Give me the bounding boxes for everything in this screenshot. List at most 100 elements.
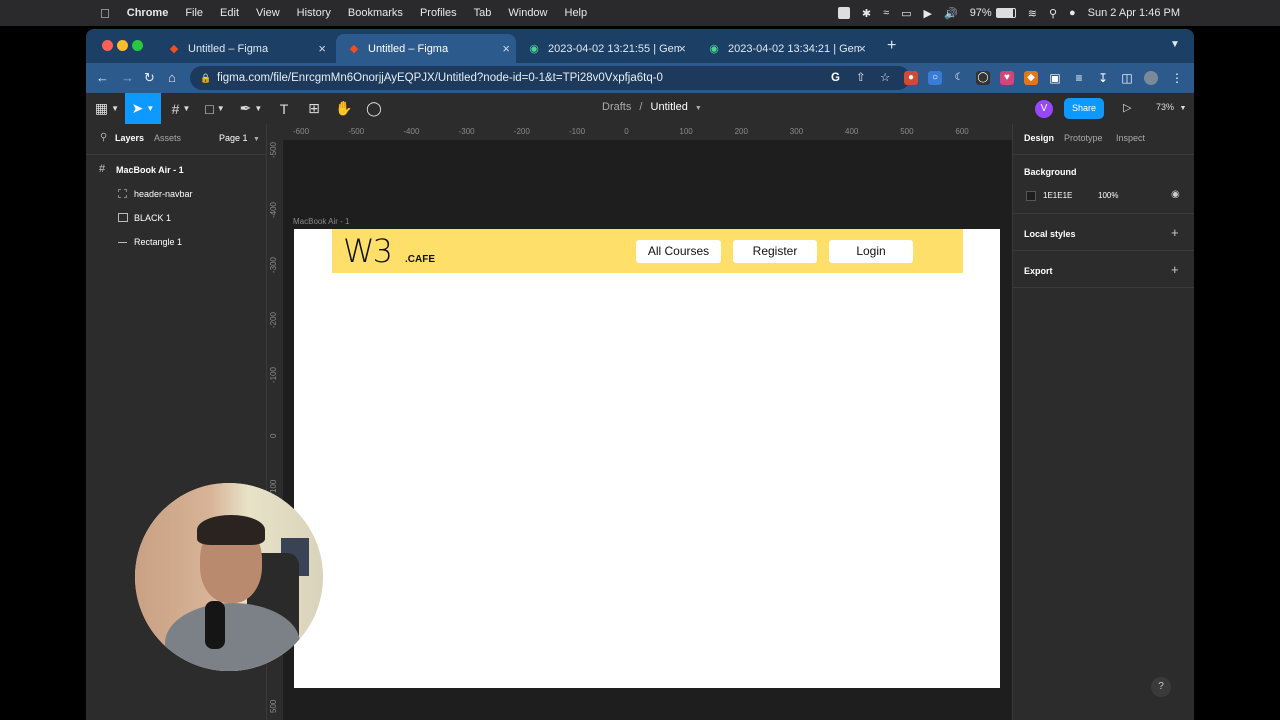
layer-row-black-1[interactable]: BLACK 1	[86, 207, 267, 229]
menu-app-name[interactable]: Chrome	[127, 7, 169, 19]
volume-icon[interactable]: 🔊	[944, 7, 958, 20]
tab-figma-1[interactable]: ◆ Untitled – Figma ×	[156, 34, 332, 63]
extensions-puzzle-icon[interactable]: ▣	[1048, 71, 1062, 85]
resources-tool-icon[interactable]: ⊞	[300, 93, 328, 124]
group-icon	[118, 189, 127, 198]
chevron-down-icon[interactable]: ▼	[695, 105, 702, 112]
move-tool-icon[interactable]: ➤ ▼	[125, 93, 161, 124]
zoom-window-button[interactable]	[132, 40, 143, 51]
hand-tool-icon[interactable]: ✋	[330, 93, 358, 124]
tab-figma-2[interactable]: ◆ Untitled – Figma ×	[336, 34, 516, 63]
add-style-icon[interactable]: +	[1171, 225, 1179, 240]
battery-icon[interactable]	[995, 8, 1016, 18]
present-play-icon[interactable]: ▷	[1123, 101, 1131, 114]
menu-profiles[interactable]: Profiles	[420, 7, 457, 19]
tab-search-chevron-icon[interactable]: ▼	[1170, 39, 1180, 50]
google-icon[interactable]: G	[831, 66, 840, 90]
layer-row-header-navbar[interactable]: header-navbar	[86, 183, 267, 205]
tab-close-icon[interactable]: ×	[858, 41, 866, 56]
search-icon[interactable]: ⚲	[100, 132, 107, 143]
bluetooth-icon[interactable]: ✱	[862, 7, 871, 20]
macbook-frame[interactable]: W3 .CAFE All Courses Register Login	[294, 229, 1000, 688]
help-button[interactable]: ?	[1151, 677, 1171, 697]
extension-1-icon[interactable]: ●	[904, 71, 918, 85]
bookmark-star-icon[interactable]: ☆	[880, 66, 890, 90]
tab-inspect[interactable]: Inspect	[1116, 133, 1145, 143]
extension-2-icon[interactable]: ○	[928, 71, 942, 85]
home-icon[interactable]: ⌂	[168, 70, 176, 86]
extension-5-icon[interactable]: ♥	[1000, 71, 1014, 85]
local-styles-title: Local styles	[1024, 229, 1076, 239]
menu-edit[interactable]: Edit	[220, 7, 239, 19]
background-swatch[interactable]	[1026, 191, 1036, 201]
eye-icon[interactable]: ◉	[1171, 189, 1180, 200]
frame-tool-icon[interactable]: # ▼	[166, 93, 196, 124]
comment-tool-icon[interactable]: ◯	[360, 93, 388, 124]
frame-label[interactable]: MacBook Air - 1	[293, 217, 349, 226]
reading-list-icon[interactable]: ≡	[1072, 71, 1086, 85]
side-panel-icon[interactable]: ◫	[1120, 71, 1134, 85]
extension-4-icon[interactable]: ◯	[976, 71, 990, 85]
share-page-icon[interactable]: ⇧	[856, 66, 866, 90]
menu-tab[interactable]: Tab	[474, 7, 492, 19]
apple-icon[interactable]: 	[100, 6, 110, 21]
share-button[interactable]: Share	[1064, 98, 1104, 119]
close-window-button[interactable]	[102, 40, 113, 51]
nav-login-button[interactable]: Login	[829, 240, 913, 263]
layer-row-rectangle-1[interactable]: Rectangle 1	[86, 231, 267, 253]
url-input[interactable]: 🔒 figma.com/file/EnrcgmMn6OnorjjAyEQPJX/…	[190, 66, 910, 90]
tab-design[interactable]: Design	[1024, 133, 1054, 143]
avatar[interactable]: V	[1035, 100, 1053, 118]
figma-canvas[interactable]: -600 -500 -400 -300 -200 -100 0 100 200 300 400 500…	[267, 124, 1012, 720]
spotlight-icon[interactable]: ⚲	[1049, 7, 1057, 20]
download-icon[interactable]: ↧	[1096, 71, 1110, 85]
tab-layers[interactable]: Layers	[115, 133, 144, 143]
clock-datetime[interactable]: Sun 2 Apr 1:46 PM	[1088, 7, 1180, 19]
menu-file[interactable]: File	[185, 7, 203, 19]
extension-6-icon[interactable]: ◆	[1024, 71, 1038, 85]
add-export-icon[interactable]: +	[1171, 262, 1179, 277]
reload-icon[interactable]: ↻	[144, 70, 155, 86]
layer-row-frame[interactable]: # MacBook Air - 1	[86, 159, 267, 181]
menu-window[interactable]: Window	[508, 7, 547, 19]
lock-icon[interactable]: 🔒	[200, 66, 211, 90]
tab-gemoo-2[interactable]: ◉ 2023-04-02 13:34:21 | Gemoo ×	[696, 34, 872, 63]
menu-help[interactable]: Help	[565, 7, 588, 19]
wifi-icon[interactable]: ≋	[1028, 7, 1037, 20]
chrome-menu-icon[interactable]: ⋮	[1170, 71, 1184, 85]
nav-all-courses-button[interactable]: All Courses	[636, 240, 721, 263]
pen-tool-icon[interactable]: ✒ ▼	[236, 93, 266, 124]
forward-arrow-icon[interactable]: →	[121, 70, 134, 86]
back-arrow-icon[interactable]: ←	[96, 70, 109, 86]
nav-register-button[interactable]: Register	[733, 240, 817, 263]
activity-icon[interactable]: ≈	[883, 7, 889, 19]
screen-record-icon[interactable]	[837, 7, 850, 19]
menu-bookmarks[interactable]: Bookmarks	[348, 7, 403, 19]
page-selector[interactable]: Page 1 ▼	[219, 133, 260, 143]
control-center-icon[interactable]: ●	[1069, 7, 1076, 19]
tab-gemoo-1[interactable]: ◉ 2023-04-02 13:21:55 | Gemoo ×	[516, 34, 692, 63]
tab-assets[interactable]: Assets	[154, 133, 181, 143]
background-opacity-input[interactable]: 100%	[1098, 191, 1118, 200]
tab-close-icon[interactable]: ×	[678, 41, 686, 56]
shape-tool-icon[interactable]: □ ▼	[200, 93, 230, 124]
figma-main-menu-icon[interactable]: ▦ ▼	[92, 93, 122, 124]
profile-avatar-icon[interactable]	[1144, 71, 1158, 85]
display-icon[interactable]: ▭	[901, 7, 911, 20]
figma-toolbar: ▦ ▼ ➤ ▼ # ▼ □ ▼ ✒ ▼ T ⊞ ✋ ◯ Drafts / Untitled…	[86, 93, 1194, 124]
play-icon[interactable]: ▶	[924, 7, 932, 20]
menu-history[interactable]: History	[297, 7, 331, 19]
text-tool-icon[interactable]: T	[270, 93, 298, 124]
header-navbar[interactable]: W3 .CAFE All Courses Register Login	[332, 229, 963, 273]
tab-close-icon[interactable]: ×	[502, 41, 510, 56]
background-hex-input[interactable]: 1E1E1E	[1043, 191, 1072, 200]
file-name[interactable]: Untitled	[651, 101, 688, 113]
breadcrumb-drafts[interactable]: Drafts	[602, 101, 631, 113]
tab-close-icon[interactable]: ×	[318, 41, 326, 56]
extension-3-icon[interactable]: ☾	[952, 71, 966, 85]
minimize-window-button[interactable]	[117, 40, 128, 51]
menu-view[interactable]: View	[256, 7, 280, 19]
tab-prototype[interactable]: Prototype	[1064, 133, 1103, 143]
new-tab-icon[interactable]: +	[887, 37, 896, 55]
zoom-level-dropdown[interactable]: 73% ▼	[1156, 102, 1186, 112]
